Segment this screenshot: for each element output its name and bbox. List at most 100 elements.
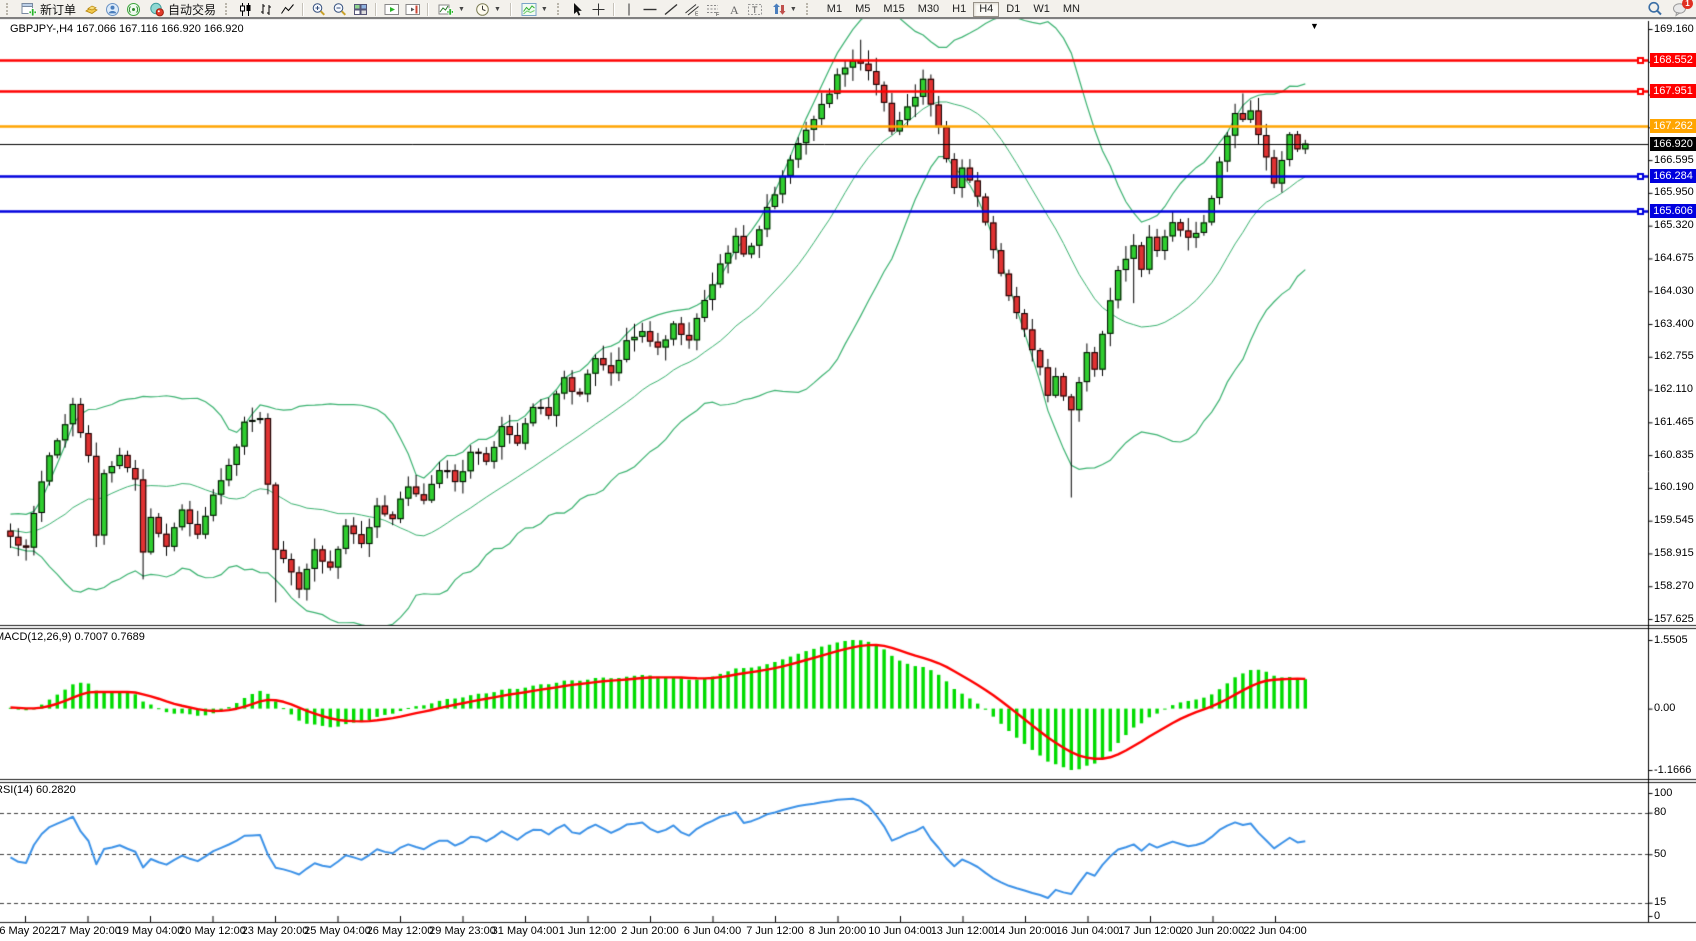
crosshair-icon[interactable]	[589, 1, 608, 18]
toolbar: 新订单 自动交易	[0, 0, 1696, 17]
time-axis-label: 26 May 12:00	[367, 925, 434, 937]
price-level-label-167.951[interactable]: 167.951	[1650, 84, 1696, 98]
time-axis-label: 16 Jun 04:00	[1056, 925, 1120, 937]
rsi-axis-tick: 15	[1654, 896, 1666, 908]
timeframe-M30[interactable]: M30	[912, 2, 945, 17]
time-axis-label: 7 Jun 12:00	[746, 925, 804, 937]
toolbar-drag-handle[interactable]	[6, 3, 12, 15]
time-axis-label: 20 Jun 20:00	[1181, 925, 1245, 937]
time-axis-label: 29 May 23:00	[429, 925, 496, 937]
price-axis-tick: 157.625	[1654, 613, 1694, 625]
time-axis-label: 17 May 20:00	[54, 925, 121, 937]
price-axis-tick: 158.915	[1654, 547, 1694, 559]
auto-trading-icon	[149, 2, 165, 17]
price-axis-tick: 165.950	[1654, 186, 1694, 198]
timeframe-D1[interactable]: D1	[1000, 2, 1026, 17]
time-axis-label: 20 May 12:00	[179, 925, 246, 937]
notifications-icon[interactable]: 1	[1670, 1, 1689, 18]
timeframe-M15[interactable]: M15	[877, 2, 910, 17]
auto-scroll-icon[interactable]	[382, 1, 401, 18]
price-level-label-167.262[interactable]: 167.262	[1650, 119, 1696, 133]
rsi-axis-tick: 50	[1654, 848, 1666, 860]
cursor-icon[interactable]	[568, 1, 587, 18]
auto-trading-label: 自动交易	[168, 1, 216, 18]
timeframe-H1[interactable]: H1	[946, 2, 972, 17]
toolbar-drag-handle[interactable]	[225, 3, 231, 15]
indicators-button[interactable]: ▼	[434, 2, 469, 17]
time-axis-label: 25 May 04:00	[304, 925, 371, 937]
timeframe-W1[interactable]: W1	[1027, 2, 1056, 17]
timeframe-MN[interactable]: MN	[1057, 2, 1086, 17]
fibonacci-icon[interactable]: F	[704, 1, 723, 18]
macd-axis-tick: -1.1666	[1654, 764, 1691, 776]
toolbar-separator	[427, 3, 429, 16]
auto-trading-button[interactable]: 自动交易	[145, 2, 220, 17]
chart-shift-marker[interactable]: ▼	[1310, 21, 1319, 31]
indicators-icon	[438, 2, 454, 17]
price-level-label-166.920[interactable]: 166.920	[1650, 137, 1696, 151]
timeframe-M1[interactable]: M1	[821, 2, 848, 17]
line-chart-icon[interactable]	[278, 1, 297, 18]
tile-windows-icon[interactable]	[351, 1, 370, 18]
text-icon[interactable]: A	[725, 1, 744, 18]
price-axis-tick: 166.595	[1654, 154, 1694, 166]
price-level-label-165.606[interactable]: 165.606	[1650, 204, 1696, 218]
signal-icon[interactable]	[124, 1, 143, 18]
zoom-out-icon[interactable]	[330, 1, 349, 18]
text-label-icon[interactable]: T	[746, 1, 765, 18]
clock-icon	[475, 2, 490, 17]
time-axis-label: 31 May 04:00	[492, 925, 559, 937]
time-axis-label: 2 Jun 20:00	[621, 925, 679, 937]
time-axis-label: 10 Jun 04:00	[868, 925, 932, 937]
toolbar-drag-handle[interactable]	[557, 3, 563, 15]
toolbar-separator	[375, 3, 377, 16]
svg-text:F: F	[716, 12, 720, 17]
price-axis-tick: 159.545	[1654, 514, 1694, 526]
mt4-window: { "toolbar": { "new_order": "新订单", "auto…	[0, 0, 1696, 941]
chart-canvas[interactable]	[0, 0, 1696, 941]
svg-text:E: E	[695, 11, 699, 17]
search-icon[interactable]	[1645, 1, 1664, 18]
price-axis-tick: 161.465	[1654, 416, 1694, 428]
bar-chart-icon[interactable]	[257, 1, 276, 18]
new-order-button[interactable]: 新订单	[17, 2, 80, 17]
toolbar-separator	[510, 3, 512, 16]
templates-button[interactable]: ▼	[517, 2, 552, 17]
toolbar-separator	[613, 3, 615, 16]
candlestick-chart-icon[interactable]	[236, 1, 255, 18]
time-axis-label: 14 Jun 20:00	[993, 925, 1057, 937]
price-axis-tick: 164.675	[1654, 252, 1694, 264]
deposit-icon[interactable]	[82, 1, 101, 18]
price-level-label-166.284[interactable]: 166.284	[1650, 169, 1696, 183]
equidistant-channel-icon[interactable]: E	[683, 1, 702, 18]
time-axis-label: 17 Jun 12:00	[1118, 925, 1182, 937]
timeframe-M5[interactable]: M5	[849, 2, 876, 17]
time-axis-label: 8 Jun 20:00	[809, 925, 867, 937]
price-axis-tick: 169.160	[1654, 23, 1694, 35]
svg-text:T: T	[752, 5, 758, 15]
rsi-indicator-label: RSI(14) 60.2820	[0, 784, 76, 796]
zoom-in-icon[interactable]	[309, 1, 328, 18]
toolbar-drag-handle[interactable]	[806, 3, 812, 15]
periods-button[interactable]: ▼	[471, 2, 505, 17]
price-axis-tick: 160.190	[1654, 481, 1694, 493]
chart-shift-icon[interactable]	[403, 1, 422, 18]
new-order-icon	[21, 2, 37, 17]
toolbar-separator	[302, 3, 304, 16]
svg-text:A: A	[730, 3, 739, 17]
horizontal-line-icon[interactable]	[641, 1, 660, 18]
arrows-button[interactable]: ▼	[767, 2, 801, 17]
macd-indicator-label: MACD(12,26,9) 0.7007 0.7689	[0, 631, 145, 643]
price-level-label-168.552[interactable]: 168.552	[1650, 53, 1696, 67]
trendline-icon[interactable]	[662, 1, 681, 18]
price-axis-tick: 162.110	[1654, 383, 1693, 395]
price-axis-tick: 164.030	[1654, 285, 1694, 297]
timeframe-H4[interactable]: H4	[973, 2, 999, 17]
time-axis-label: 23 May 20:00	[242, 925, 309, 937]
macd-axis-tick: 0.00	[1654, 702, 1675, 714]
price-axis-tick: 162.755	[1654, 350, 1694, 362]
toolbar-right: 1	[1645, 1, 1693, 18]
vertical-line-icon[interactable]	[620, 1, 639, 18]
price-axis-tick: 165.320	[1654, 219, 1694, 231]
support-icon[interactable]	[103, 1, 122, 18]
